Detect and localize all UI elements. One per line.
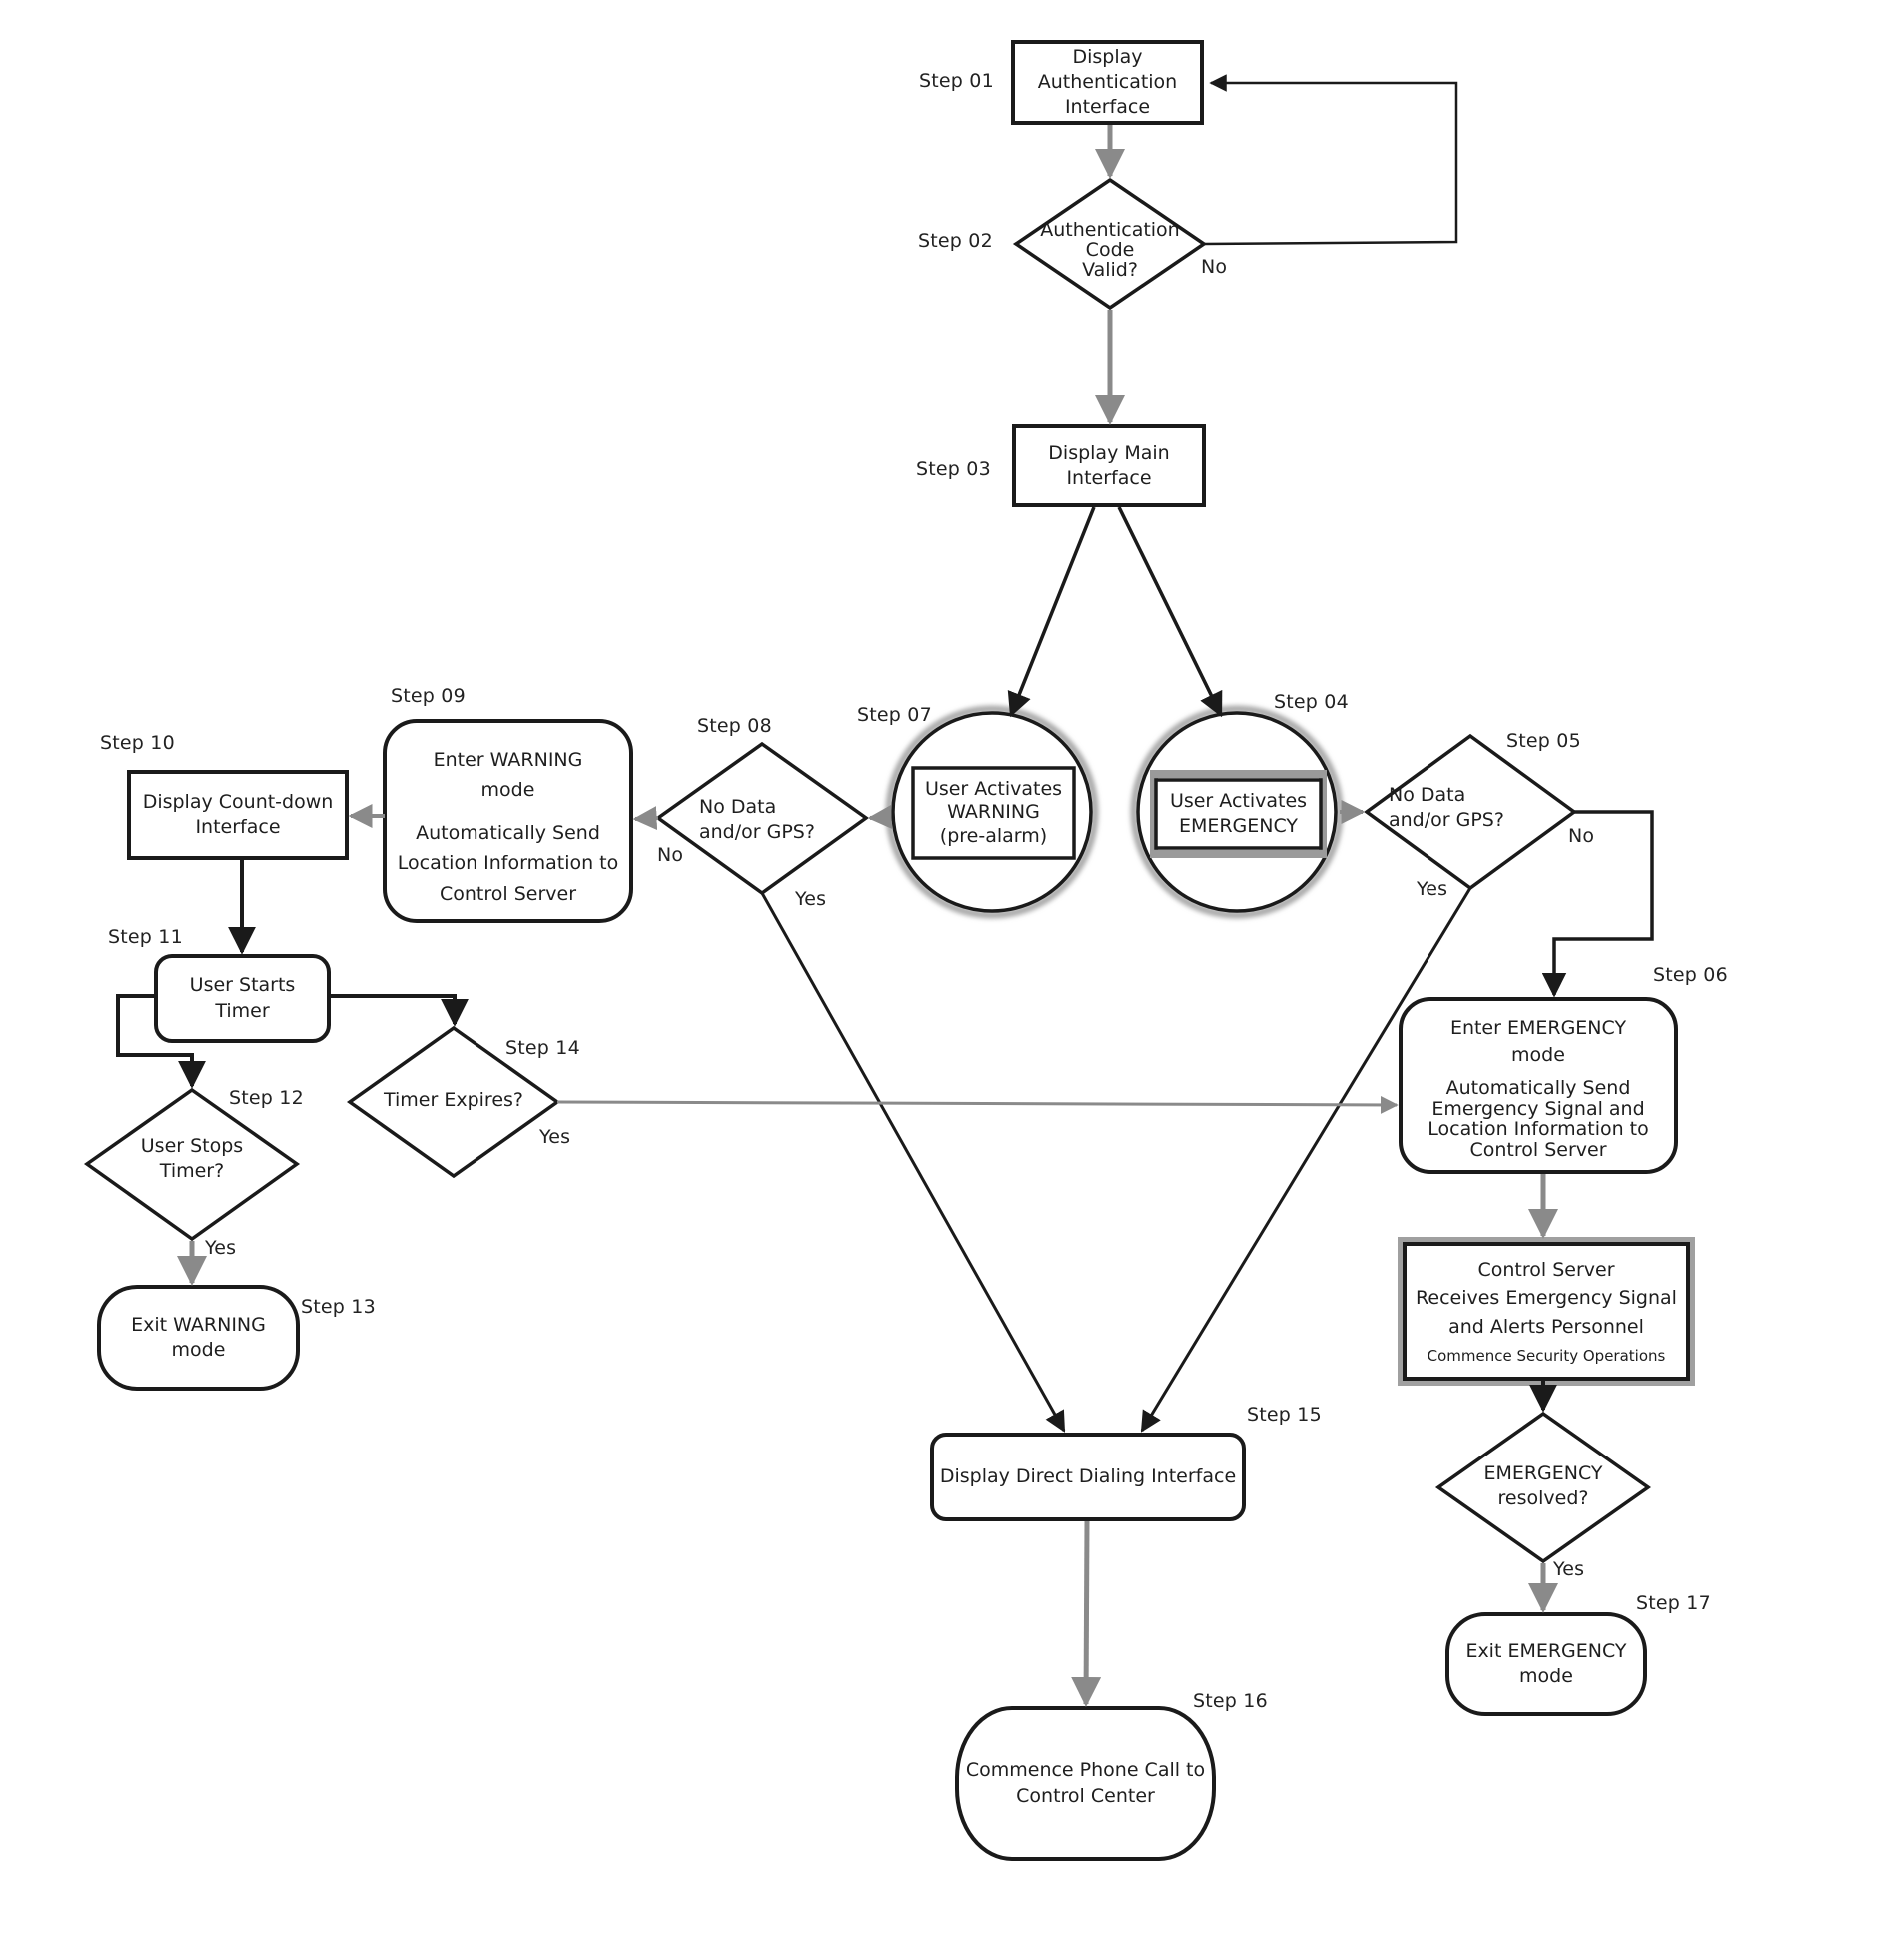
arrow-step07-to-step08 <box>867 804 893 829</box>
step13-exit-warning-terminal <box>97 1285 300 1391</box>
step12-label: Step 12 <box>229 1087 304 1109</box>
step12-user-stops-timer-diamond <box>83 1087 301 1242</box>
step01-label: Step 01 <box>919 70 994 92</box>
step06-enter-emergency-box <box>1399 997 1678 1174</box>
arrow-step14-yes-to-step06 <box>556 1095 1399 1114</box>
step11-user-starts-timer-box <box>154 954 331 1043</box>
step04-emergency-inner-box <box>1154 778 1323 850</box>
step08-no-label: No <box>657 844 684 866</box>
step03-label: Step 03 <box>916 458 991 480</box>
arrow-step08-yes-to-step15 <box>760 892 1066 1433</box>
step07-label: Step 07 <box>857 704 932 726</box>
step14-yes-label: Yes <box>539 1126 571 1148</box>
arrow-step03-to-step07 <box>1007 506 1096 718</box>
step07-warning-inner-box <box>911 766 1076 860</box>
step09-label: Step 09 <box>391 685 466 707</box>
step08-yes-label: Yes <box>795 888 827 910</box>
step05-no-data-diamond <box>1364 733 1577 891</box>
step05-no-label: No <box>1568 825 1595 847</box>
step12-yes-label: Yes <box>205 1237 237 1259</box>
arrow-step15-to-step16 <box>1071 1520 1102 1707</box>
step02-no-label: No <box>1201 256 1228 278</box>
step04-label: Step 04 <box>1274 691 1349 713</box>
step13-label: Step 13 <box>301 1296 376 1318</box>
step02-label: Step 02 <box>918 230 993 252</box>
step06-label: Step 06 <box>1653 964 1728 986</box>
step16-label: Step 16 <box>1193 1690 1268 1712</box>
step11-label: Step 11 <box>108 926 183 948</box>
step15-direct-dialing-box <box>930 1433 1246 1521</box>
step05-yes-label: Yes <box>1417 878 1448 900</box>
step17-exit-emergency-terminal <box>1445 1612 1647 1716</box>
step17-label: Step 17 <box>1636 1592 1711 1614</box>
step08-label: Step 08 <box>697 715 772 737</box>
arrow-step08-no-to-step09 <box>632 806 659 831</box>
step14-label: Step 14 <box>505 1037 580 1059</box>
resolved-yes-label: Yes <box>1553 1558 1585 1580</box>
step16-phone-call-terminal <box>955 1706 1216 1861</box>
arrow-step11-to-step14 <box>329 994 469 1027</box>
step09-enter-warning-box <box>383 719 633 923</box>
arrow-step03-to-step04 <box>1117 506 1223 718</box>
step10-countdown-box <box>127 770 349 860</box>
step08-no-data-diamond <box>654 741 870 896</box>
arrow-step02-no-loop <box>1203 74 1458 246</box>
control-server-box <box>1403 1242 1690 1381</box>
step10-label: Step 10 <box>100 732 175 754</box>
step02-auth-valid-diamond <box>1012 177 1208 311</box>
step01-display-auth-box <box>1011 40 1204 125</box>
step03-main-interface-box <box>1012 424 1206 507</box>
step15-label: Step 15 <box>1247 1404 1322 1426</box>
emergency-resolved-diamond <box>1434 1411 1652 1564</box>
step05-label: Step 05 <box>1506 730 1581 752</box>
flowchart-canvas <box>83 40 1695 1861</box>
